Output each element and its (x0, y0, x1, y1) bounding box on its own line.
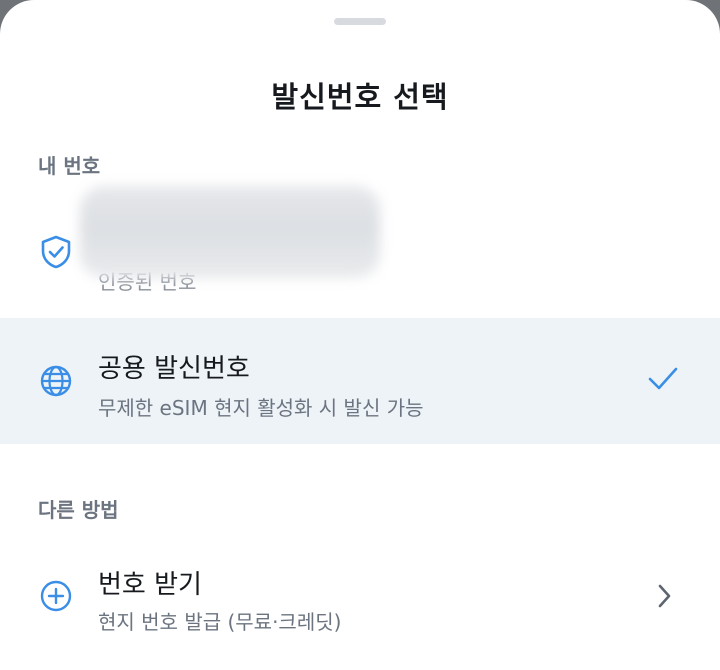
bottom-sheet: 발신번호 선택 내 번호 인증된 번호 공용 발신번호 무제한 eSIM 현지 … (0, 0, 720, 670)
shield-check-icon (38, 234, 74, 270)
public-number-sub: 무제한 eSIM 현지 활성화 시 발신 가능 (98, 396, 424, 420)
get-number-item[interactable]: 번호 받기 현지 번호 발급 (무료·크레딧) (0, 540, 720, 650)
public-number-item[interactable]: 공용 발신번호 무제한 eSIM 현지 활성화 시 발신 가능 (0, 318, 720, 444)
get-number-label: 번호 받기 (98, 570, 202, 600)
get-number-sub: 현지 번호 발급 (무료·크레딧) (98, 610, 342, 634)
checkmark-icon (646, 364, 680, 398)
redacted-phone-number (80, 186, 380, 278)
globe-icon (38, 363, 74, 399)
section-label-my-numbers: 내 번호 (38, 154, 101, 178)
sheet-title: 발신번호 선택 (271, 80, 449, 114)
plus-circle-icon (38, 578, 74, 614)
section-label-other-methods: 다른 방법 (38, 498, 119, 522)
sheet-grabber[interactable] (334, 18, 386, 25)
public-number-label: 공용 발신번호 (98, 354, 250, 384)
chevron-right-icon (654, 582, 674, 614)
